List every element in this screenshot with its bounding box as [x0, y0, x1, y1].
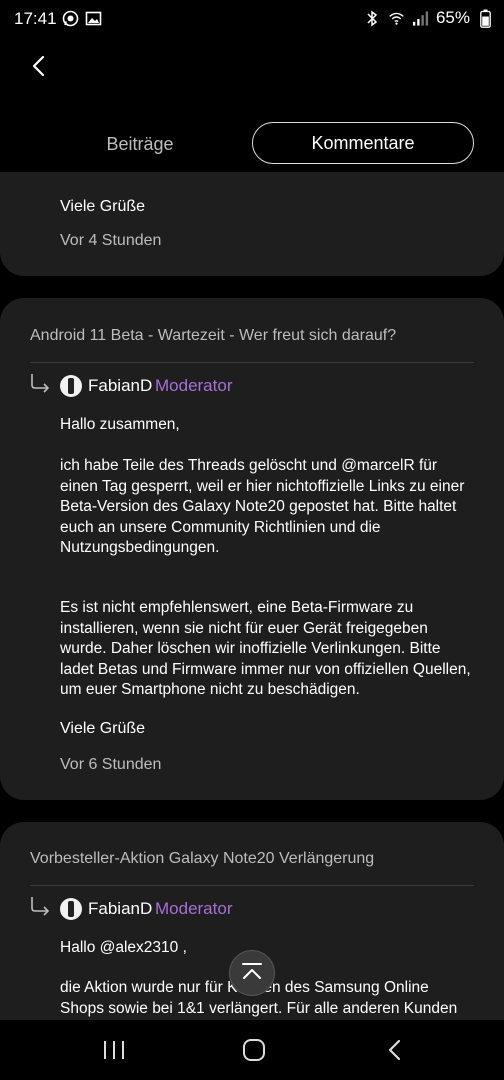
comment-time: Vor 4 Stunden [60, 232, 162, 249]
tab-comments[interactable]: Kommentare [252, 122, 474, 164]
system-nav-bar [0, 1020, 504, 1080]
tab-posts[interactable]: Beiträge [60, 126, 220, 162]
avatar[interactable] [60, 375, 82, 397]
comment-card[interactable]: Android 11 Beta - Wartezeit - Wer freut … [0, 298, 504, 800]
recent-apps-icon [104, 1041, 124, 1059]
reply-arrow-icon [28, 372, 52, 396]
chevron-left-icon [32, 55, 45, 77]
battery-percent: 65% [435, 8, 470, 27]
scroll-top-icon [242, 963, 262, 979]
comment-paragraph: ich habe Teile des Threads gelöscht und … [60, 457, 465, 556]
thread-title[interactable]: Vorbesteller-Aktion Galaxy Note20 Verlän… [30, 850, 374, 868]
whatsapp-icon [62, 10, 79, 27]
comment-greeting: Viele Grüße [60, 720, 146, 737]
home-button[interactable] [240, 1036, 268, 1064]
gallery-icon [85, 10, 102, 27]
tab-bar: Beiträge Kommentare [0, 118, 504, 172]
author-name[interactable]: FabianD [88, 376, 152, 396]
status-time: 17:41 [14, 9, 57, 28]
bluetooth-icon [364, 10, 381, 27]
comment-paragraph: Es ist nicht empfehlenswert, eine Beta-F… [60, 599, 471, 698]
scroll-to-top-button[interactable] [229, 950, 275, 996]
moderator-badge: Moderator [155, 376, 233, 395]
divider [30, 362, 474, 363]
wifi-icon [388, 10, 405, 27]
author-name[interactable]: FabianD [88, 899, 152, 919]
moderator-badge: Moderator [155, 899, 233, 918]
status-bar: 17:41 65% [0, 0, 504, 38]
recent-apps-button[interactable] [100, 1038, 128, 1062]
comment-salutation: Hallo zusammen, [60, 416, 180, 433]
battery-icon [477, 9, 494, 28]
comment-greeting: Viele Grüße [60, 198, 146, 215]
comment-time: Vor 6 Stunden [60, 756, 162, 773]
back-button[interactable] [28, 50, 58, 82]
signal-icon [412, 10, 429, 27]
nav-back-button[interactable] [382, 1036, 408, 1064]
home-icon [243, 1039, 265, 1061]
avatar[interactable] [60, 898, 82, 920]
reply-arrow-icon [28, 895, 52, 919]
back-icon [388, 1039, 401, 1061]
thread-title[interactable]: Android 11 Beta - Wartezeit - Wer freut … [30, 327, 396, 345]
divider [30, 885, 474, 886]
